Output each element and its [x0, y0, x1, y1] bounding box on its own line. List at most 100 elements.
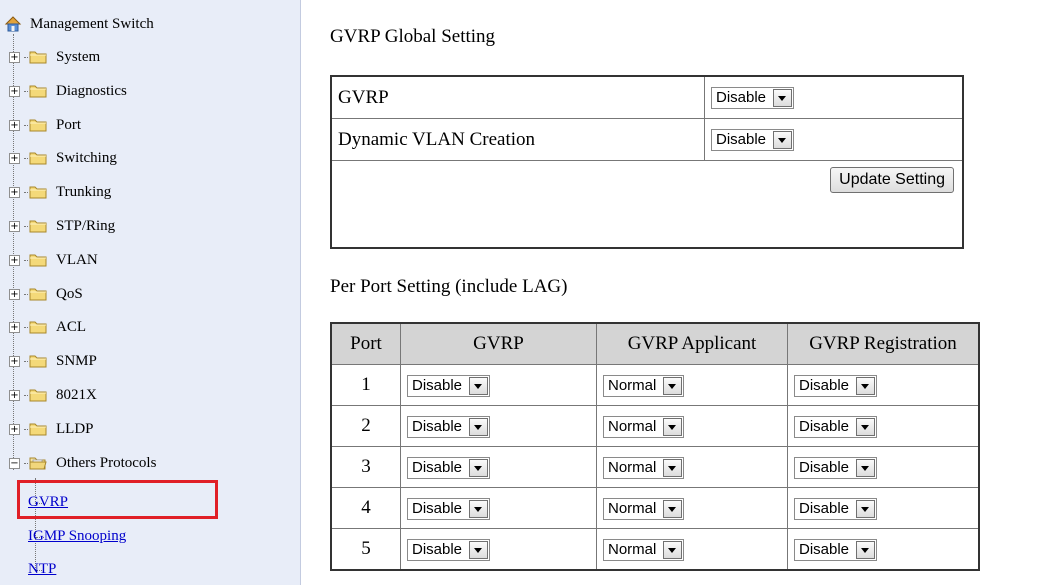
- chevron-down-icon: [773, 131, 793, 149]
- sidebar-item-diagnostics[interactable]: + Diagnostics: [9, 81, 127, 101]
- port-gvrp-cell: Disable: [400, 364, 597, 406]
- sidebar-item-qos[interactable]: + QoS: [9, 284, 83, 304]
- port-gvrp-registration-select[interactable]: Disable: [794, 538, 878, 561]
- folder-icon: [29, 354, 47, 368]
- port-gvrp-select[interactable]: Disable: [407, 497, 491, 520]
- tree-connector: [24, 259, 28, 261]
- chevron-down-icon: [469, 458, 489, 477]
- folder-icon: [29, 219, 47, 233]
- home-network-icon: [4, 15, 22, 33]
- port-gvrp-select[interactable]: Disable: [407, 374, 491, 397]
- header-port: Port: [330, 322, 401, 365]
- sidebar-link[interactable]: NTP: [28, 561, 56, 578]
- table-row: 4 Disable Normal Disable: [330, 487, 980, 529]
- expand-icon[interactable]: +: [9, 389, 20, 401]
- tree-root-management-switch[interactable]: Management Switch: [4, 14, 154, 34]
- port-gvrp-registration-select[interactable]: Disable: [794, 456, 878, 479]
- sidebar-item-stp-ring[interactable]: + STP/Ring: [9, 216, 115, 236]
- header-gvrp: GVRP: [400, 322, 597, 365]
- expand-icon[interactable]: +: [9, 423, 20, 435]
- tree-connector: [24, 90, 28, 92]
- tree-connector: [24, 225, 28, 227]
- sidebar-subitem-ntp[interactable]: NTP: [28, 559, 56, 579]
- tree-connector: [24, 293, 28, 295]
- sidebar-item-port[interactable]: + Port: [9, 115, 81, 135]
- sidebar-item-switching[interactable]: + Switching: [9, 148, 117, 168]
- tree-connector: [24, 56, 28, 58]
- port-number: 4: [330, 487, 401, 529]
- port-gvrp-applicant-cell: Normal: [596, 405, 788, 447]
- port-gvrp-applicant-cell: Normal: [596, 446, 788, 488]
- expand-icon[interactable]: +: [9, 186, 20, 198]
- port-gvrp-registration-select[interactable]: Disable: [794, 374, 878, 397]
- sidebar-item-label: Diagnostics: [56, 82, 127, 99]
- sidebar-item-label: 8021X: [56, 386, 97, 403]
- folder-icon: [29, 253, 47, 267]
- port-number: 5: [330, 528, 401, 571]
- sidebar-link[interactable]: IGMP Snooping: [28, 528, 126, 545]
- port-gvrp-applicant-cell: Normal: [596, 528, 788, 571]
- gvrp-label: GVRP: [330, 75, 705, 119]
- update-cell: Update Setting: [330, 160, 964, 249]
- tree-connector: [24, 360, 28, 362]
- port-gvrp-registration-select[interactable]: Disable: [794, 497, 878, 520]
- dynamic-vlan-select[interactable]: Disable: [711, 129, 795, 151]
- folder-icon: [29, 388, 47, 402]
- sidebar-item-8021x[interactable]: +8021X: [9, 385, 97, 405]
- sidebar-subitem-igmp-snooping[interactable]: IGMP Snooping: [28, 526, 126, 546]
- chevron-down-icon: [663, 540, 683, 559]
- port-gvrp-registration-cell: Disable: [787, 364, 980, 406]
- sidebar-item-lldp[interactable]: + LLDP: [9, 419, 94, 439]
- sidebar-item-trunking[interactable]: + Trunking: [9, 182, 111, 202]
- tree-connector: [24, 428, 28, 430]
- port-gvrp-applicant-select[interactable]: Normal: [603, 497, 685, 520]
- port-gvrp-select[interactable]: Disable: [407, 538, 491, 561]
- dynamic-vlan-select-cell: Disable: [704, 118, 964, 161]
- sidebar-item-label: ACL: [56, 318, 86, 335]
- chevron-down-icon: [469, 540, 489, 559]
- tree-connector: [24, 157, 28, 159]
- port-gvrp-cell: Disable: [400, 528, 597, 571]
- chevron-down-icon: [856, 458, 876, 477]
- port-gvrp-registration-select[interactable]: Disable: [794, 415, 878, 438]
- port-gvrp-applicant-cell: Normal: [596, 364, 788, 406]
- expand-icon[interactable]: +: [9, 254, 20, 266]
- expand-icon[interactable]: +: [9, 85, 20, 97]
- gvrp-global-select[interactable]: Disable: [711, 87, 795, 109]
- port-gvrp-select[interactable]: Disable: [407, 456, 491, 479]
- sidebar-item-others-protocols[interactable]: − Others Protocols: [9, 453, 156, 473]
- update-setting-button[interactable]: Update Setting: [830, 167, 954, 193]
- tree-connector: [24, 191, 28, 193]
- sidebar-item-snmp[interactable]: + SNMP: [9, 351, 97, 371]
- sidebar-item-label: Port: [56, 116, 82, 133]
- sidebar-item-acl[interactable]: + ACL: [9, 317, 86, 337]
- per-port-table: Port GVRP GVRP Applicant GVRP Registrati…: [330, 322, 980, 571]
- collapse-icon[interactable]: −: [9, 457, 20, 469]
- chevron-down-icon: [856, 499, 876, 518]
- tree-connector: [24, 124, 28, 126]
- sidebar-item-label: Switching: [56, 149, 117, 166]
- expand-icon[interactable]: +: [9, 152, 20, 164]
- port-gvrp-applicant-select[interactable]: Normal: [603, 415, 685, 438]
- port-gvrp-applicant-select[interactable]: Normal: [603, 374, 685, 397]
- expand-icon[interactable]: +: [9, 51, 20, 63]
- port-gvrp-applicant-select[interactable]: Normal: [603, 456, 685, 479]
- expand-icon[interactable]: +: [9, 220, 20, 232]
- port-gvrp-select[interactable]: Disable: [407, 415, 491, 438]
- port-gvrp-registration-cell: Disable: [787, 405, 980, 447]
- expand-icon[interactable]: +: [9, 288, 20, 300]
- folder-icon: [29, 185, 47, 199]
- chevron-down-icon: [856, 376, 876, 395]
- port-gvrp-registration-cell: Disable: [787, 446, 980, 488]
- expand-icon[interactable]: +: [9, 119, 20, 131]
- sidebar-item-system[interactable]: + System: [9, 47, 100, 67]
- port-gvrp-cell: Disable: [400, 487, 597, 529]
- sidebar-item-vlan[interactable]: + VLAN: [9, 250, 98, 270]
- folder-icon: [29, 422, 47, 436]
- port-number: 1: [330, 364, 401, 406]
- expand-icon[interactable]: +: [9, 355, 20, 367]
- selection-highlight-box: [17, 480, 218, 519]
- expand-icon[interactable]: +: [9, 321, 20, 333]
- port-number: 3: [330, 446, 401, 488]
- port-gvrp-applicant-select[interactable]: Normal: [603, 538, 685, 561]
